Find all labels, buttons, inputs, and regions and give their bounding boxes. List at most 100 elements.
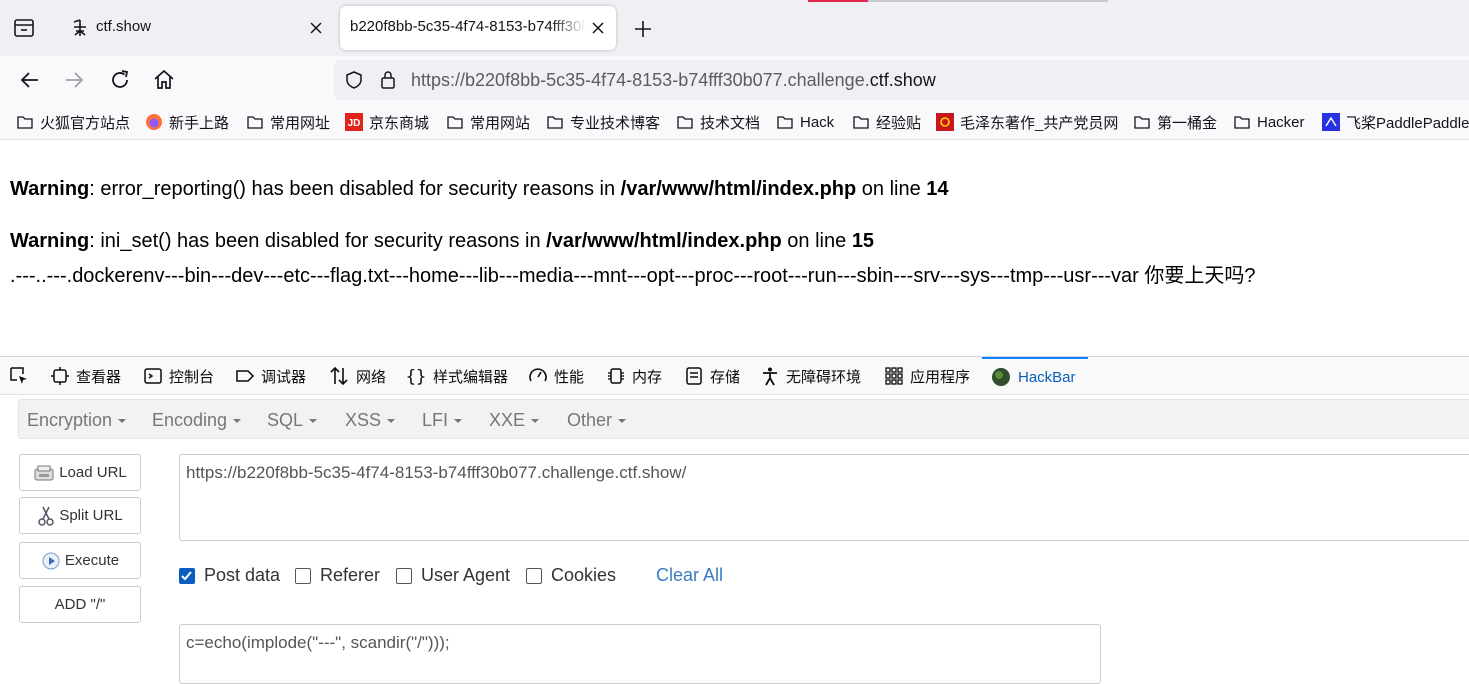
checkbox-checked-icon: [179, 567, 195, 584]
close-icon[interactable]: [308, 20, 324, 36]
ctfshow-favicon-icon: [70, 18, 90, 38]
tab-storage[interactable]: 存储: [684, 357, 740, 395]
bookmark-label: 毛泽东著作_共产党员网: [960, 114, 1119, 132]
menu-sql[interactable]: SQL: [267, 410, 318, 431]
devtools-tab-label: 查看器: [76, 368, 122, 386]
home-icon[interactable]: [152, 68, 176, 92]
user-agent-checkbox[interactable]: User Agent: [396, 565, 510, 586]
tab-memory[interactable]: 内存: [606, 357, 662, 395]
tab-ctfshow[interactable]: ctf.show: [58, 6, 334, 50]
clear-all-link[interactable]: Clear All: [656, 565, 723, 586]
firefox-icon: [146, 114, 162, 130]
bookmarks-bar: 火狐官方站点 新手上路 常用网址 JD 京东商城 常用网站 专业技术博客 技术文…: [0, 104, 1469, 140]
paddle-icon: [1322, 113, 1340, 131]
warning-label: Warning: [10, 230, 90, 252]
bookmark-item[interactable]: 火狐官方站点: [16, 112, 130, 132]
back-icon[interactable]: [18, 68, 42, 92]
folder-icon: [17, 116, 33, 129]
menu-other[interactable]: Other: [567, 410, 627, 431]
shield-icon[interactable]: [344, 70, 364, 95]
forward-icon[interactable]: [62, 68, 86, 92]
tab-accessibility[interactable]: 无障碍环境: [760, 357, 861, 395]
checkbox-label: Cookies: [551, 565, 617, 585]
tab-inspector[interactable]: 查看器: [50, 357, 121, 395]
tab-application[interactable]: 应用程序: [884, 357, 970, 395]
url-bar[interactable]: https://b220f8bb-5c35-4f74-8153-b74fff30…: [334, 60, 1469, 100]
bookmark-item[interactable]: 专业技术博客: [546, 112, 660, 132]
bookmark-item[interactable]: 飞桨PaddlePaddle: [1322, 112, 1469, 132]
new-tab-icon[interactable]: [632, 18, 654, 40]
menu-encryption[interactable]: Encryption: [27, 410, 127, 431]
devtools-tab-label: 无障碍环境: [786, 368, 862, 386]
tab-debugger[interactable]: 调试器: [235, 357, 306, 395]
tab-style-editor[interactable]: {} 样式编辑器: [405, 357, 508, 395]
split-url-button[interactable]: Split URL: [19, 497, 141, 534]
menu-label: XXE: [489, 410, 526, 430]
warning-message: Warning: error_reporting() has been disa…: [10, 178, 949, 201]
button-label: Execute: [64, 552, 120, 569]
bookmark-item[interactable]: Hacker: [1233, 112, 1305, 132]
url-text[interactable]: https://b220f8bb-5c35-4f74-8153-b74fff30…: [411, 70, 936, 91]
svg-text:JD: JD: [348, 118, 361, 129]
bookmark-item[interactable]: 经验贴: [852, 112, 921, 132]
tab-hackbar[interactable]: HackBar: [982, 357, 1088, 395]
execute-button[interactable]: Execute: [19, 542, 141, 579]
button-label: ADD "/": [54, 596, 106, 613]
post-data-checkbox[interactable]: Post data: [179, 565, 280, 586]
load-url-button[interactable]: Load URL: [19, 454, 141, 491]
referer-checkbox[interactable]: Referer: [295, 565, 380, 586]
menu-label: Encoding: [152, 410, 228, 430]
lock-icon[interactable]: [378, 69, 398, 96]
load-icon: [34, 465, 54, 480]
bookmark-item[interactable]: JD 京东商城: [345, 112, 429, 132]
tab-list-icon[interactable]: [12, 16, 36, 40]
warning-text: : ini_set() has been disabled for securi…: [89, 230, 547, 252]
debugger-icon: [236, 370, 255, 382]
menu-label: SQL: [267, 410, 304, 430]
cookies-checkbox[interactable]: Cookies: [526, 565, 616, 586]
chevron-down-icon: [233, 419, 242, 424]
url-textarea[interactable]: https://b220f8bb-5c35-4f74-8153-b74fff30…: [179, 454, 1469, 541]
menu-xss[interactable]: XSS: [345, 410, 396, 431]
menu-label: Other: [567, 410, 613, 430]
reload-icon[interactable]: [108, 68, 132, 92]
element-picker-icon[interactable]: [8, 357, 36, 395]
post-data-textarea[interactable]: c=echo(implode("---", scandir("/")));: [179, 624, 1101, 684]
warning-message: Warning: ini_set() has been disabled for…: [10, 230, 874, 253]
devtools-tab-label: 存储: [710, 368, 741, 386]
menu-xxe[interactable]: XXE: [489, 410, 540, 431]
page-content: Warning: error_reporting() has been disa…: [0, 141, 1469, 356]
bookmark-label: 常用网址: [270, 114, 331, 132]
url-prefix: https://b220f8bb-5c35-4f74-8153-b74fff30…: [411, 70, 870, 90]
checkbox-icon: [295, 567, 311, 584]
menu-encoding[interactable]: Encoding: [152, 410, 242, 431]
bookmark-label: Hacker: [1257, 113, 1305, 131]
devtools-tab-label: 应用程序: [910, 368, 971, 386]
tab-network[interactable]: 网络: [328, 357, 386, 395]
bookmark-item[interactable]: Hack: [776, 112, 834, 132]
warning-line: 15: [851, 230, 875, 252]
bookmark-item[interactable]: 第一桶金: [1133, 112, 1217, 132]
bookmark-label: 第一桶金: [1157, 114, 1218, 132]
tab-console[interactable]: 控制台: [143, 357, 214, 395]
bookmark-item[interactable]: 常用网站: [446, 112, 530, 132]
bookmark-item[interactable]: 新手上路: [145, 112, 229, 132]
grid-icon: [885, 367, 903, 385]
bookmark-label: 京东商城: [369, 114, 430, 132]
hackbar-menu: Encryption Encoding SQL XSS LFI XXE Othe…: [18, 399, 1469, 439]
menu-lfi[interactable]: LFI: [422, 410, 463, 431]
hackbar-icon: [992, 368, 1010, 386]
jd-icon: JD: [345, 113, 363, 131]
tab-challenge[interactable]: b220f8bb-5c35-4f74-8153-b74fff30b077.cha…: [340, 6, 616, 50]
bookmark-item[interactable]: 常用网址: [246, 112, 330, 132]
menu-label: Encryption: [27, 410, 113, 430]
add-slash-button[interactable]: ADD "/": [19, 586, 141, 623]
folder-icon: [677, 116, 693, 129]
close-icon[interactable]: [590, 20, 606, 36]
bookmark-item[interactable]: 毛泽东著作_共产党员网: [936, 112, 1118, 132]
warning-line: 14: [926, 178, 949, 200]
warning-label: Warning: [10, 178, 90, 200]
tab-performance[interactable]: 性能: [528, 357, 584, 395]
bookmark-item[interactable]: 技术文档: [676, 112, 760, 132]
warning-file: /var/www/html/index.php: [620, 178, 857, 200]
